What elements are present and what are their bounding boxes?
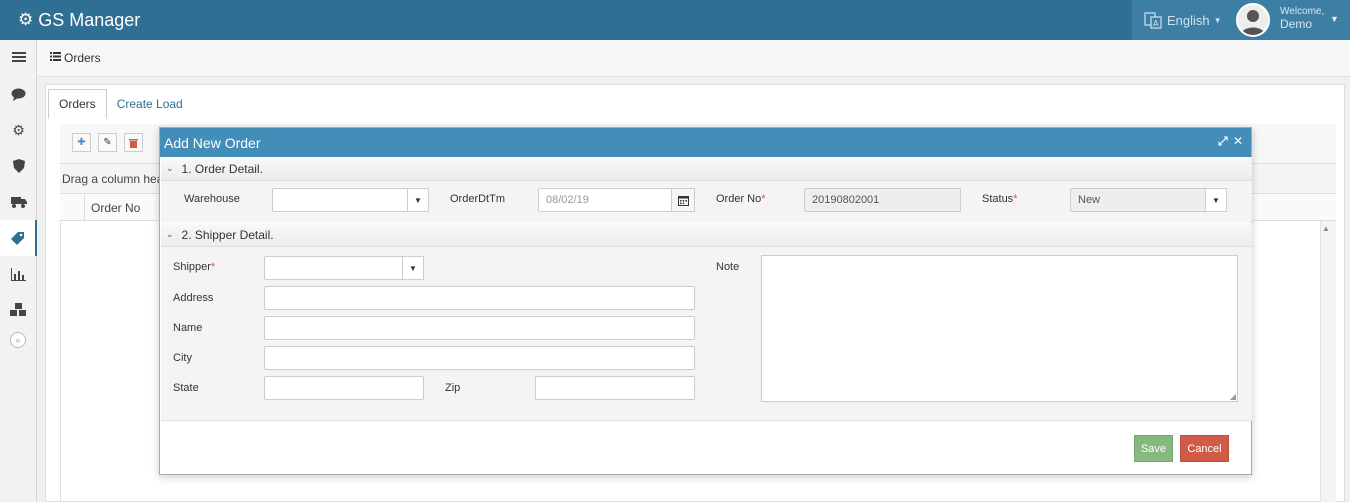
chevron-down-icon: ⌄ — [166, 163, 174, 173]
language-selector[interactable]: A English ▼ — [1132, 0, 1226, 40]
language-icon: A — [1142, 9, 1164, 31]
breadcrumb: Orders — [37, 40, 1350, 77]
warehouse-select[interactable]: ▼ — [272, 188, 429, 212]
welcome-text: Welcome, Demo — [1280, 6, 1324, 30]
shipper-label: Shipper* — [173, 261, 215, 273]
add-icon[interactable]: ✚ — [72, 133, 91, 152]
state-input[interactable] — [264, 376, 424, 400]
tab-create-load[interactable]: Create Load — [107, 89, 193, 119]
orderno-label-text: Order No — [716, 193, 762, 205]
chevron-down-icon: ⌄ — [166, 229, 174, 239]
required-mark: * — [1013, 193, 1018, 205]
chevron-down-icon[interactable]: ▼ — [407, 188, 429, 212]
maximize-icon[interactable]: ⤢ — [1218, 134, 1228, 149]
address-label: Address — [173, 292, 214, 304]
delete-icon[interactable] — [124, 133, 143, 152]
svg-text:A: A — [1153, 19, 1159, 28]
breadcrumb-label[interactable]: Orders — [64, 51, 101, 65]
list-icon — [50, 52, 61, 64]
scroll-up-icon[interactable]: ▲ — [1322, 224, 1330, 233]
section-order-detail-label: 1. Order Detail. — [181, 161, 263, 176]
tab-orders[interactable]: Orders — [48, 89, 107, 119]
chevron-down-icon[interactable]: ▼ — [402, 256, 424, 280]
language-label: English — [1167, 12, 1210, 28]
orderdttm-value: 08/02/19 — [546, 194, 589, 206]
chevron-down-icon: ▼ — [1330, 14, 1339, 24]
note-textarea[interactable]: ◢ — [761, 255, 1238, 402]
avatar — [1236, 3, 1270, 37]
app-title: GS Manager — [38, 9, 141, 30]
cubes-icon[interactable] — [0, 292, 37, 328]
status-select[interactable]: New ▼ — [1070, 188, 1227, 212]
orderno-label: Order No* — [716, 193, 766, 205]
column-order-no[interactable]: Order No — [84, 194, 164, 221]
required-mark: * — [761, 193, 766, 205]
status-label-text: Status — [982, 193, 1014, 205]
tab-bar: Orders Create Load — [48, 89, 193, 119]
list-icon[interactable] — [0, 40, 37, 76]
shipper-label-text: Shipper — [173, 261, 211, 273]
required-mark: * — [210, 261, 216, 273]
tag-icon[interactable] — [0, 220, 37, 256]
zip-input[interactable] — [535, 376, 695, 400]
orderno-value: 20190802001 — [812, 194, 880, 206]
shipper-select[interactable]: ▼ — [264, 256, 424, 280]
top-navbar: ⚙ GS Manager A English ▼ Welcome, Demo ▼ — [0, 0, 1350, 40]
address-input[interactable] — [264, 286, 695, 310]
zip-label: Zip — [445, 382, 461, 394]
status-label: Status* — [982, 193, 1017, 205]
city-label: City — [173, 352, 192, 364]
modal-footer-divider — [161, 420, 1252, 421]
sidebar: ⚙ « — [0, 40, 37, 502]
sidebar-collapse-icon[interactable]: « — [10, 332, 26, 348]
bar-chart-icon[interactable] — [0, 256, 37, 292]
user-name: Demo — [1280, 17, 1313, 31]
modal-title: Add New Order — [160, 128, 1251, 157]
name-label: Name — [173, 322, 203, 334]
close-icon[interactable]: ✕ — [1233, 134, 1243, 148]
chevron-down-icon[interactable]: ▼ — [1205, 188, 1227, 212]
note-label: Note — [716, 261, 740, 273]
orderdttm-field[interactable]: 08/02/19 — [538, 188, 695, 212]
cog-icon[interactable]: ⚙ — [0, 112, 37, 148]
grid-scrollbar[interactable] — [1320, 221, 1336, 502]
comment-icon[interactable] — [0, 76, 37, 112]
name-input[interactable] — [264, 316, 695, 340]
add-order-modal: Add New Order ⤢ ✕ ⌄ 1. Order Detail. War… — [159, 127, 1252, 475]
calendar-icon[interactable] — [671, 188, 695, 212]
warehouse-label: Warehouse — [184, 193, 240, 205]
chevron-down-icon: ▼ — [1213, 15, 1222, 25]
orderno-field[interactable]: 20190802001 — [804, 188, 961, 212]
save-button[interactable]: Save — [1134, 435, 1173, 462]
edit-icon[interactable]: ✎ — [98, 133, 117, 152]
cancel-button[interactable]: Cancel — [1180, 435, 1229, 462]
section-order-detail[interactable]: ⌄ 1. Order Detail. — [161, 157, 1252, 181]
app-brand[interactable]: ⚙ GS Manager — [18, 8, 140, 32]
resize-handle-icon[interactable]: ◢ — [1230, 392, 1236, 401]
gear-icon: ⚙ — [18, 10, 34, 29]
shield-icon[interactable] — [0, 148, 37, 184]
city-input[interactable] — [264, 346, 695, 370]
section-shipper-detail-label: 2. Shipper Detail. — [181, 227, 274, 242]
truck-icon[interactable] — [0, 184, 37, 220]
section-shipper-detail[interactable]: ⌄ 2. Shipper Detail. — [161, 223, 1252, 247]
orderdttm-label: OrderDtTm — [450, 193, 505, 205]
state-label: State — [173, 382, 199, 394]
user-menu[interactable]: Welcome, Demo ▼ — [1226, 0, 1350, 40]
status-value: New — [1078, 194, 1101, 206]
